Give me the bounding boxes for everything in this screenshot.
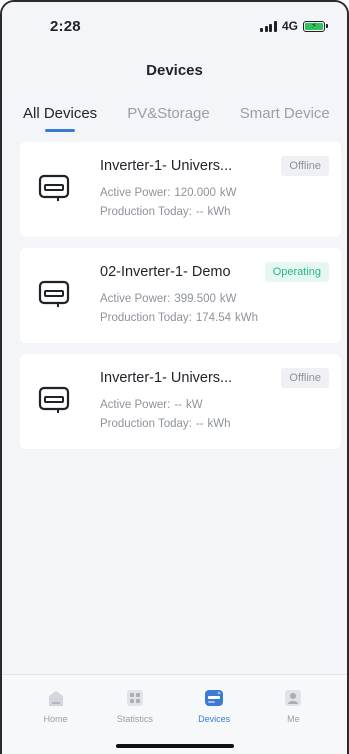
inverter-icon bbox=[38, 386, 70, 413]
tabbar-me[interactable]: Me bbox=[263, 687, 323, 724]
home-indicator bbox=[115, 744, 234, 748]
device-card[interactable]: Inverter-1- Univers... Offline Active Po… bbox=[20, 142, 341, 237]
app-screen: 2:28 4G ⚡ Devices All Devices PV&Storage… bbox=[0, 0, 349, 754]
network-type: 4G bbox=[281, 19, 298, 33]
page-title: Devices bbox=[146, 61, 203, 79]
battery-icon: ⚡ bbox=[303, 20, 328, 32]
device-name: Inverter-1- Univers... bbox=[100, 158, 233, 174]
status-indicators: 4G ⚡ bbox=[260, 19, 328, 33]
active-power-row: Active Power: -- kW bbox=[100, 399, 203, 411]
production-today-row: Production Today: -- kWh bbox=[100, 206, 231, 218]
home-icon bbox=[48, 691, 63, 706]
status-bar: 2:28 4G ⚡ bbox=[2, 2, 347, 50]
statistics-icon bbox=[126, 690, 143, 706]
device-name: Inverter-1- Univers... bbox=[100, 370, 233, 386]
devices-icon bbox=[205, 690, 224, 706]
tab-smart-device[interactable]: Smart Device bbox=[240, 105, 330, 132]
tabbar-label: Home bbox=[43, 714, 68, 724]
status-time: 2:28 bbox=[50, 17, 81, 35]
status-badge: Operating bbox=[264, 262, 329, 282]
production-today-row: Production Today: 174.54 kWh bbox=[100, 312, 259, 324]
device-name: 02-Inverter-1- Demo bbox=[100, 264, 231, 280]
tabbar-label: Me bbox=[287, 714, 300, 724]
device-filter-tabs: All Devices PV&Storage Smart Device bbox=[2, 90, 347, 132]
device-list: Inverter-1- Univers... Offline Active Po… bbox=[2, 132, 347, 449]
tab-pv-storage[interactable]: PV&Storage bbox=[127, 105, 210, 132]
device-card[interactable]: 02-Inverter-1- Demo Operating Active Pow… bbox=[20, 248, 341, 343]
tabbar-home[interactable]: Home bbox=[26, 687, 86, 724]
tabbar-label: Statistics bbox=[116, 714, 153, 724]
device-card[interactable]: Inverter-1- Univers... Offline Active Po… bbox=[20, 354, 341, 449]
tabbar-devices[interactable]: Devices bbox=[184, 687, 244, 724]
profile-icon bbox=[285, 690, 302, 706]
inverter-icon bbox=[38, 280, 70, 307]
signal-icon bbox=[260, 20, 277, 32]
status-badge: Offline bbox=[281, 368, 329, 388]
active-power-row: Active Power: 120.000 kW bbox=[100, 187, 237, 199]
tabbar-label: Devices bbox=[198, 714, 231, 724]
tabbar-statistics[interactable]: Statistics bbox=[105, 687, 165, 724]
status-badge: Offline bbox=[281, 156, 329, 176]
tab-all-devices[interactable]: All Devices bbox=[23, 105, 97, 132]
bottom-tab-bar: Home Statistics Devices Me bbox=[2, 674, 347, 754]
active-power-row: Active Power: 399.500 kW bbox=[100, 293, 237, 305]
inverter-icon bbox=[38, 174, 70, 201]
production-today-row: Production Today: -- kWh bbox=[100, 418, 231, 430]
